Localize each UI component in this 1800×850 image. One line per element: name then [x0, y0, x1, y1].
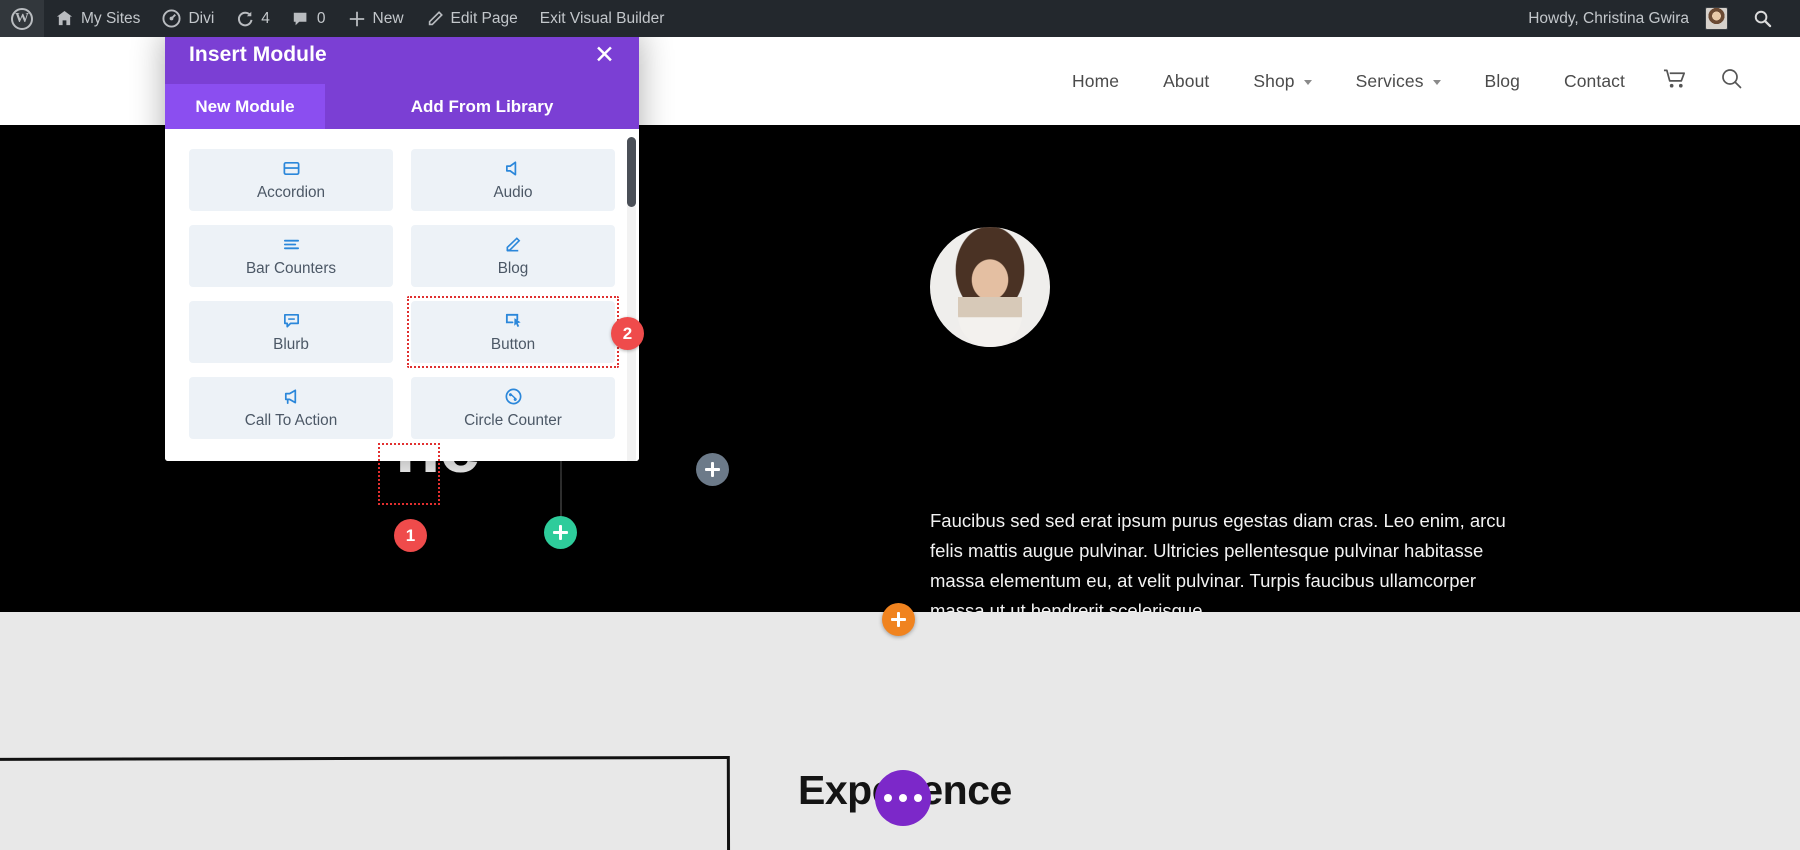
nav-link-blog[interactable]: Blog [1463, 71, 1542, 92]
wp-logo-menu[interactable]: W [0, 0, 44, 37]
comments-count: 0 [316, 9, 326, 27]
updates-count: 4 [261, 9, 270, 27]
nav-label: About [1163, 70, 1210, 91]
exit-visual-builder-menu[interactable]: Exit Visual Builder [529, 0, 676, 37]
module-card-button[interactable]: Button [407, 296, 619, 368]
blurb-icon [282, 311, 301, 331]
nav-link-shop[interactable]: Shop [1231, 71, 1333, 92]
blog-icon [504, 235, 523, 255]
module-card-blog[interactable]: Blog [411, 225, 615, 287]
modal-scrollbar-thumb[interactable] [627, 137, 636, 207]
my-sites-menu[interactable]: My Sites [44, 0, 151, 37]
chevron-down-icon [1303, 80, 1312, 85]
hero-paragraph: Faucibus sed sed erat ipsum purus egesta… [930, 510, 1506, 612]
module-settings-dots-icon[interactable] [875, 770, 931, 826]
my-account-menu[interactable]: Howdy, Christina Gwira [1517, 0, 1739, 37]
cart-button[interactable] [1647, 68, 1704, 95]
new-label: New [372, 9, 404, 27]
howdy-label: Howdy, Christina Gwira [1528, 9, 1689, 27]
nav-link-contact[interactable]: Contact [1542, 71, 1647, 92]
admin-bar-right-group: Howdy, Christina Gwira [1517, 0, 1800, 37]
module-label: Call To Action [244, 411, 338, 429]
nav-link-services[interactable]: Services [1334, 71, 1463, 92]
nav-link-about[interactable]: About [1141, 71, 1231, 92]
accordion-icon [282, 159, 301, 179]
module-card-circle-counter[interactable]: Circle Counter [411, 377, 615, 439]
nav-label: Contact [1563, 70, 1625, 91]
admin-bar-left-group: W My Sites Divi 4 0 New Edit Page Exit V… [0, 0, 675, 37]
row-connector-line [560, 455, 562, 517]
audio-speaker-icon [504, 159, 523, 179]
edit-page-menu[interactable]: Edit Page [415, 0, 529, 37]
divi-label: Divi [188, 9, 215, 27]
shopping-cart-icon [1663, 68, 1688, 95]
button-cursor-icon [504, 311, 523, 331]
dot [914, 794, 922, 802]
experience-outlined-block [0, 755, 731, 850]
modal-tabs: New Module Add From Library [165, 84, 639, 129]
wp-admin-bar: W My Sites Divi 4 0 New Edit Page Exit V… [0, 0, 1800, 37]
nav-label: Services [1355, 70, 1424, 91]
edit-page-label: Edit Page [450, 9, 518, 27]
comments-icon [292, 10, 310, 28]
module-card-blurb[interactable]: Blurb [189, 301, 393, 363]
module-label: Button [490, 335, 536, 353]
search-icon [1753, 9, 1772, 28]
plus-icon [348, 10, 366, 28]
annotation-badge-2: 2 [611, 317, 644, 350]
updates-menu[interactable]: 4 [225, 0, 281, 37]
module-grid: Accordion Audio Bar Counters Blog Blurb … [189, 149, 619, 439]
modal-title: Insert Module [189, 43, 327, 66]
search-icon [1720, 67, 1744, 96]
nav-label: Blog [1484, 70, 1520, 91]
nav-link-home[interactable]: Home [1050, 71, 1141, 92]
module-label: Audio [493, 183, 533, 201]
add-section-orange-button[interactable] [882, 603, 915, 636]
wordpress-logo-icon: W [11, 7, 33, 30]
site-search-button[interactable] [1704, 67, 1760, 96]
divi-menu[interactable]: Divi [151, 0, 225, 37]
module-label: Blog [497, 259, 529, 277]
module-label: Bar Counters [245, 259, 337, 277]
add-row-green-button[interactable] [544, 516, 577, 549]
module-card-bar-counters[interactable]: Bar Counters [189, 225, 393, 287]
admin-search-button[interactable] [1739, 0, 1786, 37]
pencil-icon [426, 10, 444, 28]
module-card-call-to-action[interactable]: Call To Action [189, 377, 393, 439]
tab-add-from-library[interactable]: Add From Library [325, 84, 639, 129]
modal-body: Accordion Audio Bar Counters Blog Blurb … [165, 129, 639, 461]
bar-counters-icon [282, 235, 301, 255]
tab-new-module[interactable]: New Module [165, 84, 325, 129]
divi-icon [162, 9, 181, 28]
chevron-down-icon [1432, 80, 1441, 85]
circle-counter-icon [504, 387, 523, 407]
avatar [1705, 7, 1728, 30]
megaphone-icon [282, 387, 301, 407]
hero-profile-photo [930, 227, 1050, 347]
my-sites-icon [55, 10, 74, 27]
module-card-audio[interactable]: Audio [411, 149, 615, 211]
dot [884, 794, 892, 802]
comments-menu[interactable]: 0 [281, 0, 337, 37]
primary-navigation: Home About Shop Services Blog Contact [1050, 67, 1800, 96]
module-label: Circle Counter [464, 411, 562, 429]
nav-label: Shop [1253, 70, 1295, 91]
module-label: Accordion [256, 183, 326, 201]
dot [899, 794, 907, 802]
plus-icon [705, 462, 720, 477]
visual-builder-screen: W My Sites Divi 4 0 New Edit Page Exit V… [0, 0, 1800, 850]
close-icon[interactable]: ✕ [592, 39, 617, 72]
my-sites-label: My Sites [81, 9, 141, 27]
module-card-accordion[interactable]: Accordion [189, 149, 393, 211]
annotation-badge-1: 1 [394, 519, 427, 552]
module-label: Blurb [273, 335, 309, 353]
insert-module-modal: Insert Module ✕ New Module Add From Libr… [165, 26, 639, 461]
plus-icon [553, 525, 568, 540]
exit-visual-builder-label: Exit Visual Builder [539, 9, 665, 27]
add-module-gray-button[interactable] [696, 453, 729, 486]
plus-icon [891, 612, 906, 627]
updates-icon [236, 10, 254, 28]
new-content-menu[interactable]: New [337, 0, 415, 37]
nav-label: Home [1072, 70, 1120, 91]
